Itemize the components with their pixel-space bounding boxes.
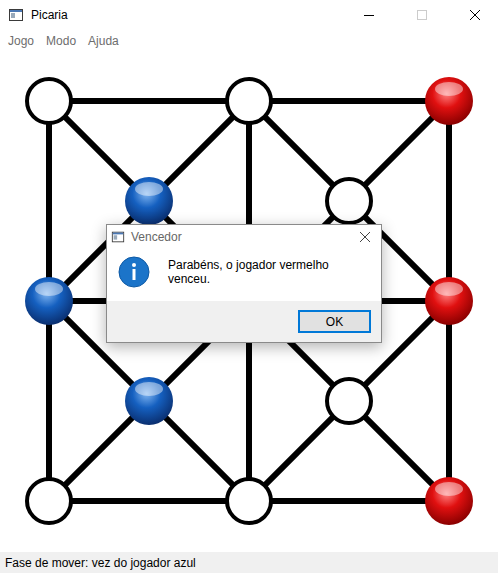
maximize-button: [399, 0, 445, 30]
app-icon: [111, 230, 125, 244]
dialog-footer: OK: [107, 301, 381, 342]
red-piece[interactable]: [425, 477, 473, 525]
winner-dialog: Vencedor Parabéns, o jogador vermelho ven…: [106, 224, 382, 343]
dialog-message: Parabéns, o jogador vermelho venceu.: [168, 258, 371, 286]
title-bar: Picaria: [0, 0, 498, 30]
blue-piece[interactable]: [125, 377, 173, 425]
menu-bar: JogoModoAjuda: [0, 30, 498, 52]
window-title: Picaria: [31, 8, 339, 22]
red-piece[interactable]: [425, 77, 473, 125]
menu-item[interactable]: Modo: [40, 32, 82, 50]
dialog-body: Parabéns, o jogador vermelho venceu.: [107, 249, 381, 301]
close-button[interactable]: [452, 0, 498, 30]
board-point[interactable]: [227, 479, 271, 523]
board-point[interactable]: [327, 379, 371, 423]
status-bar: Fase de mover: vez do jogador azul: [0, 552, 498, 573]
board-line: [49, 101, 449, 501]
menu-item[interactable]: Ajuda: [82, 32, 125, 50]
board-line: [49, 101, 449, 501]
red-piece[interactable]: [425, 277, 473, 325]
maximize-icon: [417, 10, 427, 20]
ok-button[interactable]: OK: [298, 310, 371, 333]
board-point[interactable]: [27, 479, 71, 523]
close-icon: [470, 10, 480, 20]
board-point[interactable]: [327, 179, 371, 223]
info-icon: [118, 256, 150, 288]
app-icon: [8, 7, 24, 23]
app-window: Picaria JogoModoAjuda Fase de mover: vez d…: [0, 0, 498, 573]
board-point[interactable]: [227, 79, 271, 123]
minimize-button[interactable]: [346, 0, 392, 30]
blue-piece[interactable]: [25, 277, 73, 325]
minimize-icon: [364, 10, 374, 20]
dialog-title: Vencedor: [131, 230, 343, 244]
dialog-title-bar: Vencedor: [107, 225, 381, 249]
dialog-close-button[interactable]: [349, 225, 381, 249]
menu-item[interactable]: Jogo: [2, 32, 40, 50]
close-icon: [360, 232, 370, 242]
board-point[interactable]: [27, 79, 71, 123]
blue-piece[interactable]: [125, 177, 173, 225]
